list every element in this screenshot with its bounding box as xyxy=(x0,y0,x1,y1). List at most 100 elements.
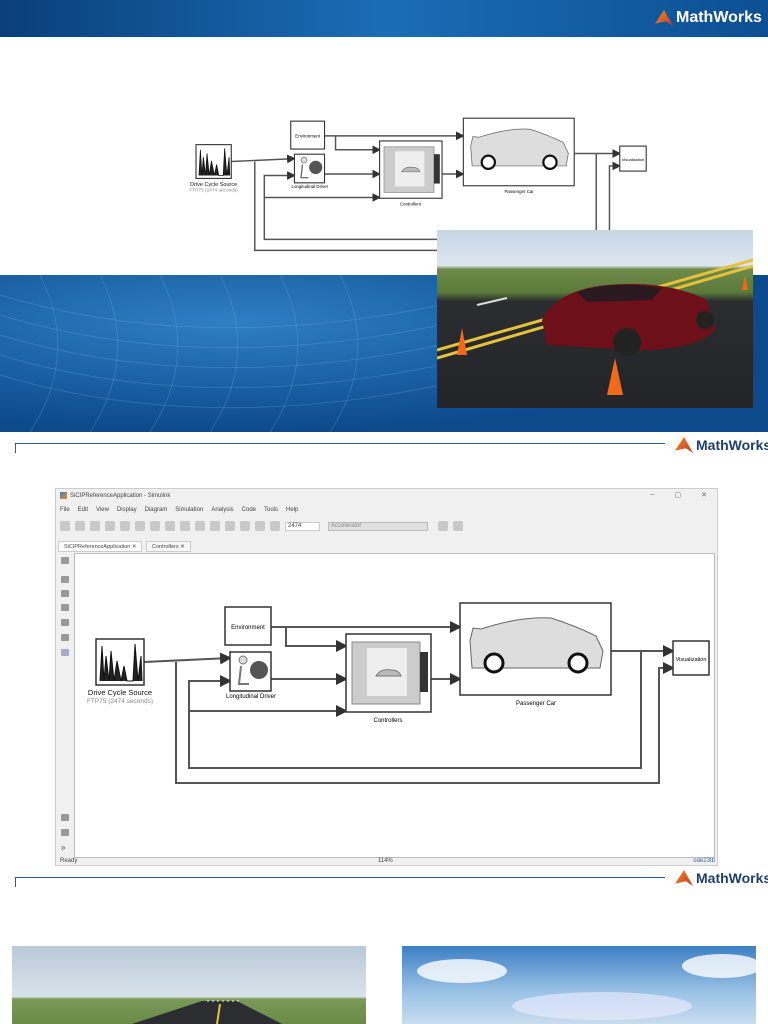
grid-icon[interactable] xyxy=(453,521,463,531)
run-icon[interactable] xyxy=(225,521,235,531)
visualization-label: Visualization xyxy=(676,657,707,663)
longitudinal-driver-block[interactable]: Longitudinal Driver xyxy=(226,651,276,700)
hide-browser-icon[interactable] xyxy=(61,557,69,564)
window-controls: – ▢ ✕ xyxy=(651,491,707,499)
solver-link[interactable]: ode23tb xyxy=(693,858,715,864)
logo-text: MathWorks xyxy=(696,870,768,886)
environment-block[interactable]: Environment xyxy=(224,606,272,646)
controllers-label: Controllers xyxy=(373,718,402,724)
block-diagram: Drive Cycle Source FTP75 (2474 seconds) … xyxy=(87,602,710,784)
expand-icon[interactable]: » xyxy=(61,843,65,852)
explorer-icon[interactable] xyxy=(180,521,190,531)
status-text: Ready xyxy=(60,858,78,864)
vehicle-render-image xyxy=(437,230,753,408)
tab-main-model[interactable]: SiCIPReferenceApplication ✕ xyxy=(58,541,143,552)
driver-label: Longitudinal Driver xyxy=(292,184,329,189)
up-icon[interactable] xyxy=(135,521,145,531)
status-bar: Ready 114% ode23tb xyxy=(60,858,715,864)
longitudinal-driver-block[interactable]: Longitudinal Driver xyxy=(292,153,329,189)
menu-file[interactable]: File xyxy=(60,507,70,513)
area-icon[interactable] xyxy=(61,649,69,656)
tab-label: Controllers xyxy=(152,544,179,550)
controllers-block[interactable]: Controllers xyxy=(345,633,432,724)
menu-edit[interactable]: Edit xyxy=(78,507,88,513)
toolbar: 2474 Accelerator xyxy=(60,521,468,531)
visualization-label: Visualization xyxy=(622,157,644,162)
tab-controllers[interactable]: Controllers ✕ xyxy=(146,541,191,552)
passenger-car-block[interactable]: Passenger Car xyxy=(462,117,575,194)
simulink-window: SiCIPReferenceApplication - Simulink – ▢… xyxy=(55,488,718,866)
environment-label: Environment xyxy=(231,625,265,631)
menu-bar: File Edit View Display Diagram Simulation Anal… xyxy=(60,507,306,513)
check-icon[interactable] xyxy=(438,521,448,531)
drive-cycle-label: Drive Cycle Source xyxy=(88,688,152,697)
library-icon[interactable] xyxy=(150,521,160,531)
model-canvas[interactable]: Drive Cycle Source FTP75 (2474 seconds) … xyxy=(74,553,715,858)
header-band: MathWorks xyxy=(0,0,768,37)
stop-icon[interactable] xyxy=(255,521,265,531)
drive-cycle-label: Drive Cycle Source xyxy=(190,182,237,188)
membrane-icon xyxy=(655,10,673,26)
logo-text: MathWorks xyxy=(676,9,762,26)
drive-cycle-source-block[interactable]: Drive Cycle Source FTP75 (2474 seconds) xyxy=(87,638,153,705)
road-scene-image-left xyxy=(12,946,366,1024)
menu-tools[interactable]: Tools xyxy=(264,507,278,513)
visualization-block[interactable]: Visualization xyxy=(619,145,647,172)
close-button[interactable]: ✕ xyxy=(701,491,707,499)
model-browser-icon[interactable] xyxy=(61,829,69,836)
sky-scene-image-right xyxy=(402,946,756,1024)
save-icon[interactable] xyxy=(90,521,100,531)
passenger-car-label: Passenger Car xyxy=(504,189,534,194)
step-back-icon[interactable] xyxy=(210,521,220,531)
scope-icon[interactable] xyxy=(270,521,280,531)
road-scene xyxy=(132,1000,282,1024)
car-scene xyxy=(437,258,753,395)
tab-label: SiCIPReferenceApplication xyxy=(64,544,131,550)
menu-code[interactable]: Code xyxy=(242,507,256,513)
window-title: SiCIPReferenceApplication - Simulink xyxy=(70,492,171,499)
camera-icon[interactable] xyxy=(61,814,69,821)
cloud-scene xyxy=(417,954,756,1020)
membrane-icon xyxy=(675,437,693,453)
build-icon[interactable] xyxy=(195,521,205,531)
visualization-block[interactable]: Visualization xyxy=(672,640,710,676)
stop-time-input[interactable]: 2474 xyxy=(285,521,320,531)
passenger-car-block[interactable]: Passenger Car xyxy=(459,602,612,707)
simulation-mode-select[interactable]: Accelerator xyxy=(328,521,428,531)
slide-divider xyxy=(15,877,665,878)
drive-cycle-source-block[interactable]: Drive Cycle Source FTP75 (2474 seconds) xyxy=(189,144,238,194)
forward-icon[interactable] xyxy=(120,521,130,531)
menu-display[interactable]: Display xyxy=(117,507,137,513)
logo-text: MathWorks xyxy=(696,437,768,453)
driver-label: Longitudinal Driver xyxy=(226,694,276,700)
menu-help[interactable]: Help xyxy=(286,507,298,513)
simulink-icon xyxy=(60,492,67,499)
menu-analysis[interactable]: Analysis xyxy=(211,507,233,513)
menu-view[interactable]: View xyxy=(96,507,109,513)
controllers-block[interactable]: Controllers xyxy=(379,140,443,207)
drive-cycle-sub: FTP75 (2474 seconds) xyxy=(87,698,153,705)
maximize-button[interactable]: ▢ xyxy=(675,491,682,499)
divider-tick xyxy=(15,443,16,453)
arrow-icon[interactable] xyxy=(61,604,69,611)
environment-label: Environment xyxy=(295,133,320,138)
menu-diagram[interactable]: Diagram xyxy=(145,507,168,513)
step-forward-icon[interactable] xyxy=(240,521,250,531)
new-model-icon[interactable] xyxy=(60,521,70,531)
mathworks-logo: MathWorks xyxy=(655,9,762,27)
environment-block[interactable]: Environment xyxy=(290,120,326,150)
fit-view-icon[interactable] xyxy=(61,590,69,597)
annotation-icon[interactable] xyxy=(61,634,69,641)
mathworks-logo: MathWorks xyxy=(675,870,768,886)
image-icon[interactable] xyxy=(61,619,69,626)
minimize-button[interactable]: – xyxy=(651,491,655,499)
back-icon[interactable] xyxy=(105,521,115,531)
open-icon[interactable] xyxy=(75,521,85,531)
gear-icon[interactable] xyxy=(165,521,175,531)
zoom-icon[interactable] xyxy=(61,576,69,583)
divider-tick xyxy=(15,877,16,887)
slide-divider xyxy=(15,443,665,444)
menu-simulation[interactable]: Simulation xyxy=(175,507,203,513)
model-diagram: Drive Cycle Source FTP75 (2474 seconds) … xyxy=(81,596,721,796)
mathworks-logo: MathWorks xyxy=(675,437,768,453)
